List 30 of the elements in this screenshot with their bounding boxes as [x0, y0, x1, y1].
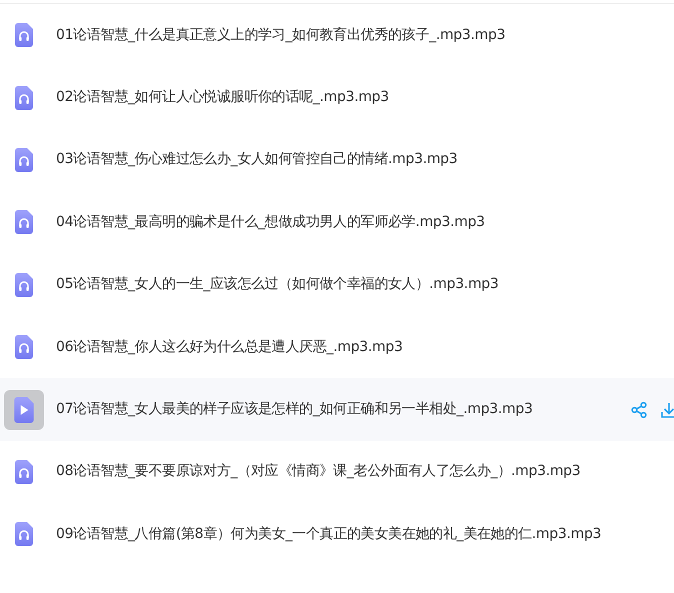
audio-file-icon: [12, 86, 36, 110]
file-row[interactable]: 08论语智慧_要不要原谅对方_（对应《情商》课_老公外面有人了怎么办_）.mp3.mp3: [0, 440, 674, 504]
file-name[interactable]: 07论语智慧_女人最美的样子应该是怎样的_如何正确和另一半相处_.mp3.mp3: [56, 399, 533, 420]
file-name[interactable]: 05论语智慧_女人的一生_应该怎么过（如何做个幸福的女人）.mp3.mp3: [56, 274, 498, 296]
share-icon[interactable]: [630, 400, 648, 419]
file-row[interactable]: 09论语智慧_八佾篇(第8章）何为美女_一个真正的美女美在她的礼_美在她的仁.mp3.mp3: [0, 503, 674, 566]
file-name[interactable]: 04论语智慧_最高明的骗术是什么_想做成功男人的军师必学.mp3.mp3: [56, 212, 485, 233]
file-name[interactable]: 03论语智慧_伤心难过怎么办_女人如何管控自己的情绪.mp3.mp3: [56, 149, 458, 170]
play-icon: [11, 396, 37, 423]
audio-file-icon: [12, 23, 36, 48]
download-icon[interactable]: [661, 400, 674, 419]
file-name[interactable]: 01论语智慧_什么是真正意义上的学习_如何教育出优秀的孩子_.mp3.mp3: [56, 24, 506, 46]
file-name[interactable]: 09论语智慧_八佾篇(第8章）何为美女_一个真正的美女美在她的礼_美在她的仁.mp3.mp3: [56, 524, 602, 545]
file-row[interactable]: 04论语智慧_最高明的骗术是什么_想做成功男人的军师必学.mp3.mp3: [0, 191, 674, 254]
file-row[interactable]: 07论语智慧_女人最美的样子应该是怎样的_如何正确和另一半相处_.mp3.mp3: [0, 378, 674, 441]
play-button[interactable]: [4, 390, 44, 430]
file-name[interactable]: 08论语智慧_要不要原谅对方_（对应《情商》课_老公外面有人了怎么办_）.mp3.mp3: [56, 461, 580, 482]
audio-file-icon: [12, 272, 36, 297]
file-row[interactable]: 02论语智慧_如何让人心悦诚服听你的话呢_.mp3.mp3: [0, 66, 674, 129]
audio-file-icon: [12, 148, 36, 172]
audio-file-icon: [12, 460, 36, 484]
file-name[interactable]: 06论语智慧_你人这么好为什么总是遭人厌恶_.mp3.mp3: [56, 336, 403, 358]
file-row[interactable]: 03论语智慧_伤心难过怎么办_女人如何管控自己的情绪.mp3.mp3: [0, 128, 674, 192]
file-row[interactable]: 06论语智慧_你人这么好为什么总是遭人厌恶_.mp3.mp3: [0, 316, 674, 378]
audio-file-icon: [12, 335, 36, 360]
audio-file-icon: [12, 522, 36, 546]
file-row[interactable]: 01论语智慧_什么是真正意义上的学习_如何教育出优秀的孩子_.mp3.mp3: [0, 4, 674, 66]
file-name[interactable]: 02论语智慧_如何让人心悦诚服听你的话呢_.mp3.mp3: [56, 87, 389, 108]
file-row[interactable]: 05论语智慧_女人的一生_应该怎么过（如何做个幸福的女人）.mp3.mp3: [0, 254, 674, 316]
audio-file-icon: [12, 210, 36, 234]
